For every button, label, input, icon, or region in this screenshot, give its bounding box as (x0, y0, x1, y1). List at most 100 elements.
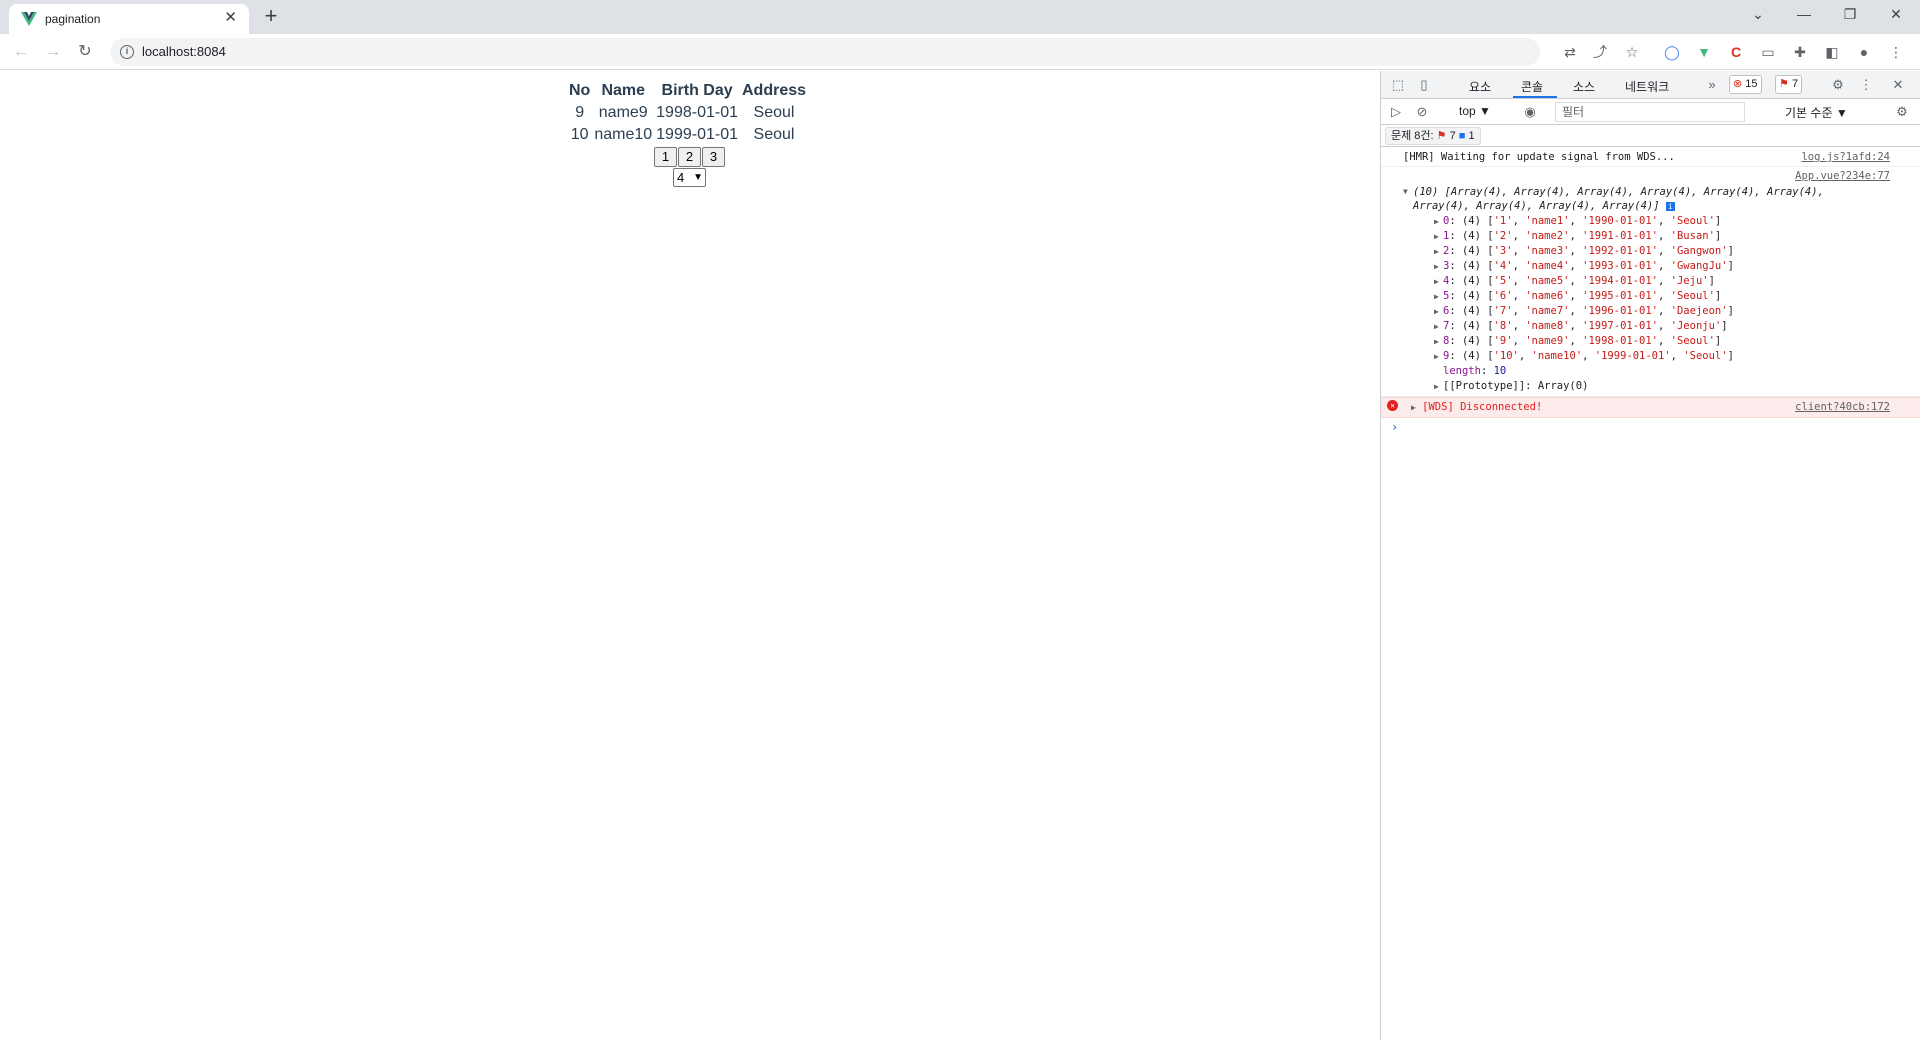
array-entry-row[interactable]: ▶ 2: (4) ['3', 'name3', '1992-01-01', 'Ga… (1403, 244, 1896, 259)
share-icon[interactable]: ⤴ (1590, 43, 1610, 61)
translate-icon[interactable]: ⇄ (1560, 43, 1580, 61)
address-bar[interactable]: i localhost:8084 ⇄ ⤴ ☆ (110, 38, 1638, 66)
entry-value: '4' (1493, 260, 1513, 272)
page-size-value: 4 (677, 170, 685, 185)
extensions-puzzle-icon[interactable]: ✚ (1790, 42, 1810, 62)
console-prompt[interactable]: › (1381, 418, 1920, 436)
page-size-select[interactable]: 4 ▼ (673, 168, 706, 187)
new-tab-icon[interactable]: + (260, 5, 282, 27)
entry-value: '1' (1493, 215, 1513, 227)
array-entry-row[interactable]: ▶ 4: (4) ['5', 'name5', '1994-01-01', 'Je… (1403, 274, 1896, 289)
source-link[interactable]: client?40cb:172 (1795, 400, 1890, 414)
url-text[interactable]: localhost:8084 (142, 44, 226, 59)
page-button-3[interactable]: 3 (702, 147, 725, 167)
reload-icon[interactable]: ↻ (73, 40, 97, 64)
expand-triangle-icon[interactable]: ▶ (1434, 289, 1439, 304)
tab-strip: pagination ✕ + ⌄ — ❐ ✕ (0, 0, 1920, 34)
tab-search-icon[interactable]: ⌄ (1746, 4, 1770, 24)
array-summary-line-2: Array(4), Array(4), Array(4), Array(4)] (1413, 200, 1660, 212)
issues-chip[interactable]: 문제 8건: ⚑ 7 ■ 1 (1385, 127, 1481, 145)
side-panel-icon[interactable]: ◧ (1822, 42, 1842, 62)
console-toolbar: ▷ ⊘ top ▼ ◉ 필터 기본 수준 ▼ ⚙ (1381, 99, 1920, 125)
menu-kebab-icon[interactable]: ⋮ (1886, 42, 1906, 62)
tab-network[interactable]: 네트워크 (1625, 78, 1669, 95)
settings-gear-icon[interactable]: ⚙ (1829, 76, 1847, 94)
expand-triangle-icon[interactable]: ▼ (1403, 185, 1408, 199)
clear-console-icon[interactable]: ⊘ (1413, 103, 1431, 121)
page-button-2[interactable]: 2 (678, 147, 701, 167)
context-selector[interactable]: top ▼ (1459, 104, 1491, 118)
expand-triangle-icon[interactable]: ▶ (1434, 379, 1439, 394)
inspect-element-icon[interactable]: ⬚ (1389, 76, 1407, 94)
extension-c-icon[interactable]: C (1726, 42, 1746, 62)
tab-close-icon[interactable]: ✕ (224, 9, 237, 27)
array-entry-row[interactable]: ▶ 0: (4) ['1', 'name1', '1990-01-01', 'Se… (1403, 214, 1896, 229)
profile-avatar-icon[interactable]: ● (1854, 42, 1874, 62)
expand-triangle-icon[interactable]: ▶ (1434, 334, 1439, 349)
back-icon[interactable]: ← (9, 40, 33, 64)
forward-icon[interactable]: → (41, 40, 65, 64)
tab-title: pagination (45, 12, 101, 26)
entry-value: 'GwangJu' (1670, 260, 1728, 272)
entry-value: '9' (1493, 335, 1513, 347)
expand-triangle-icon[interactable]: ▶ (1434, 214, 1439, 229)
close-devtools-icon[interactable]: ✕ (1889, 76, 1907, 94)
console-settings-icon[interactable]: ⚙ (1893, 103, 1911, 121)
expand-triangle-icon[interactable]: ▶ (1434, 274, 1439, 289)
expand-triangle-icon[interactable]: ▶ (1434, 349, 1439, 364)
tab-sources[interactable]: 소스 (1573, 78, 1595, 95)
device-toolbar-icon[interactable]: ▯ (1415, 76, 1433, 94)
error-icon: ⊗ (1733, 78, 1743, 90)
cell-name: name10 (594, 126, 653, 143)
entry-index: 2 (1443, 245, 1450, 257)
entry-index: 4 (1443, 275, 1450, 287)
page-button-1[interactable]: 1 (654, 147, 677, 167)
entry-value: '5' (1493, 275, 1513, 287)
expand-triangle-icon[interactable]: ▶ (1434, 244, 1439, 259)
error-count-badge[interactable]: ⊗ 15 (1729, 75, 1762, 94)
entry-value: 'name6' (1525, 290, 1570, 302)
array-entry-row[interactable]: ▶ 8: (4) ['9', 'name9', '1998-01-01', 'Se… (1403, 334, 1896, 349)
array-entry-row[interactable]: ▶ 9: (4) ['10', 'name10', '1999-01-01', '… (1403, 349, 1896, 364)
entry-value: 'name3' (1525, 245, 1570, 257)
context-value: top (1459, 104, 1476, 118)
expand-triangle-icon[interactable]: ▶ (1411, 403, 1416, 412)
live-expression-eye-icon[interactable]: ◉ (1521, 103, 1539, 121)
close-window-icon[interactable]: ✕ (1884, 4, 1908, 24)
expand-triangle-icon[interactable]: ▶ (1434, 304, 1439, 319)
array-entry-row[interactable]: ▶ 7: (4) ['8', 'name8', '1997-01-01', 'Je… (1403, 319, 1896, 334)
sidebar-toggle-icon[interactable]: ▷ (1387, 103, 1405, 121)
tab-elements[interactable]: 요소 (1469, 78, 1491, 95)
log-levels-dropdown[interactable]: 기본 수준 ▼ (1785, 104, 1848, 121)
browser-tab[interactable]: pagination ✕ (9, 4, 249, 34)
entry-value: 'Busan' (1670, 230, 1715, 242)
array-entry-row[interactable]: ▶ 5: (4) ['6', 'name6', '1995-01-01', 'Se… (1403, 289, 1896, 304)
warning-count-badge[interactable]: ⚑ 7 (1775, 75, 1803, 94)
expand-triangle-icon[interactable]: ▶ (1434, 319, 1439, 334)
source-link[interactable]: log.js?1afd:24 (1801, 150, 1890, 164)
extension-vue-icon[interactable]: ▼ (1694, 42, 1714, 62)
source-link[interactable]: App.vue?234e:77 (1795, 169, 1890, 183)
issue-error-icon: ⚑ (1436, 130, 1447, 142)
tab-console[interactable]: 콘솔 (1521, 78, 1543, 95)
filter-input[interactable]: 필터 (1555, 102, 1745, 122)
extension-cast-icon[interactable]: ▭ (1758, 42, 1778, 62)
entry-index: 1 (1443, 230, 1450, 242)
extension-chrome-icon[interactable]: ◯ (1662, 42, 1682, 62)
prototype-row[interactable]: ▶ [[Prototype]]: Array(0) (1403, 379, 1896, 394)
bookmark-star-icon[interactable]: ☆ (1622, 43, 1642, 61)
entry-index: 0 (1443, 215, 1450, 227)
array-summary[interactable]: ▼ (10) [Array(4), Array(4), Array(4), Ar… (1403, 185, 1896, 214)
devtools-menu-icon[interactable]: ⋮ (1857, 76, 1875, 94)
minimize-icon[interactable]: — (1792, 4, 1816, 24)
site-info-icon[interactable]: i (120, 45, 134, 59)
expand-triangle-icon[interactable]: ▶ (1434, 229, 1439, 244)
array-entry-row[interactable]: ▶ 3: (4) ['4', 'name4', '1993-01-01', 'Gw… (1403, 259, 1896, 274)
vue-logo-icon (21, 12, 37, 26)
more-tabs-icon[interactable]: » (1703, 76, 1721, 94)
expand-triangle-icon[interactable]: ▶ (1434, 259, 1439, 274)
cell-birthday: 1999-01-01 (656, 126, 738, 143)
array-entry-row[interactable]: ▶ 1: (4) ['2', 'name2', '1991-01-01', 'Bu… (1403, 229, 1896, 244)
restore-icon[interactable]: ❐ (1838, 4, 1862, 24)
array-entry-row[interactable]: ▶ 6: (4) ['7', 'name7', '1996-01-01', 'Da… (1403, 304, 1896, 319)
